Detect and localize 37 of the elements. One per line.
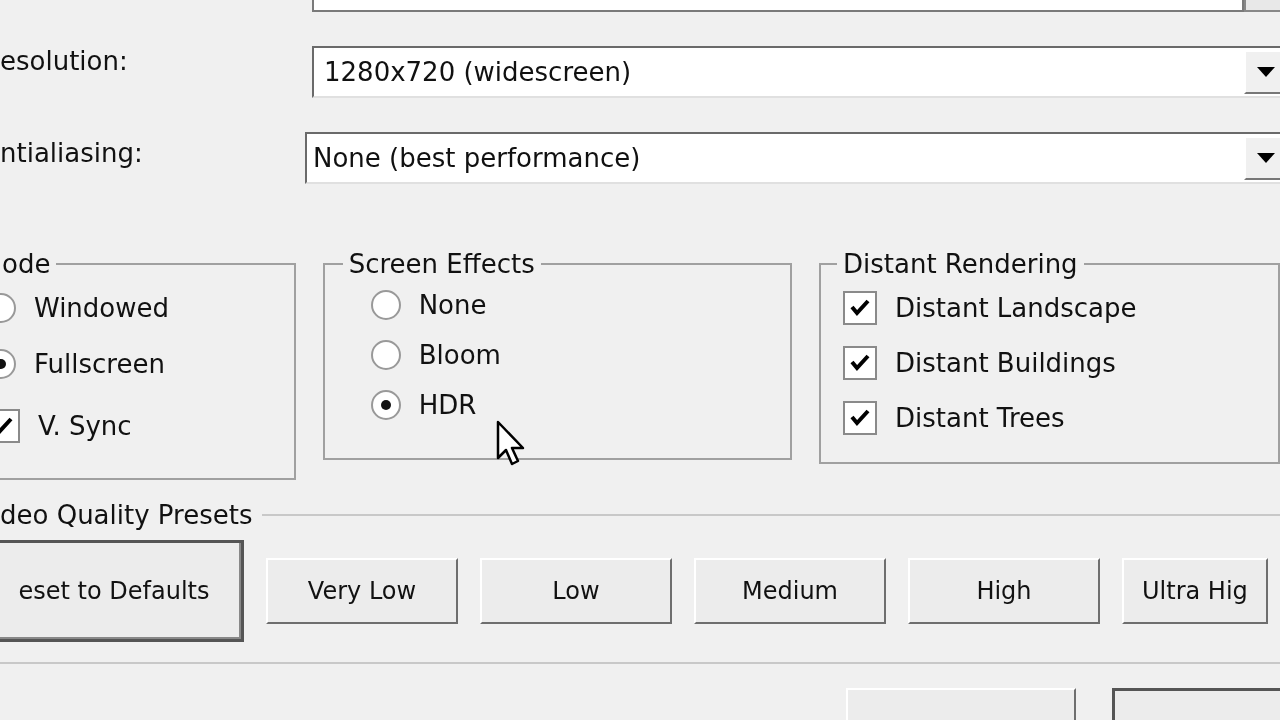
group-title: Screen Effects <box>347 248 536 280</box>
checkbox[interactable] <box>843 400 877 435</box>
option-label[interactable]: V. Sync <box>38 411 132 441</box>
preset-button[interactable]: eset to Defaults <box>0 540 244 642</box>
checkbox[interactable] <box>843 345 877 380</box>
option-label[interactable]: Distant Trees <box>895 402 1065 433</box>
group-title: Distant Rendering <box>842 248 1079 280</box>
option-label[interactable]: Distant Buildings <box>895 347 1116 378</box>
caret-icon <box>1257 67 1275 77</box>
radio-button[interactable] <box>370 390 401 420</box>
mouse-pointer-icon <box>496 420 526 466</box>
option-label[interactable]: Windowed <box>34 293 169 323</box>
preset-button[interactable]: Ultra Hig <box>1122 558 1268 624</box>
checkmark-icon <box>849 352 871 373</box>
dropdown-arrow-button[interactable] <box>1244 0 1280 12</box>
checkmark-icon <box>849 297 871 318</box>
option-label[interactable]: None <box>418 290 487 320</box>
preset-button[interactable]: Low <box>480 558 672 624</box>
setting-label: ntialiasing: <box>0 138 144 168</box>
option-label[interactable]: Distant Landscape <box>895 292 1137 323</box>
radio-button[interactable] <box>370 340 401 370</box>
setting-label: esolution: <box>0 46 129 76</box>
preset-button[interactable]: Very Low <box>266 558 458 624</box>
radio-button[interactable] <box>370 290 401 320</box>
preset-button[interactable]: Medium <box>694 558 886 624</box>
preset-button[interactable]: High <box>908 558 1100 624</box>
checkbox[interactable] <box>843 290 877 325</box>
option-label[interactable]: Fullscreen <box>34 349 165 379</box>
caret-icon <box>1257 153 1275 163</box>
group-title: deo Quality Presets <box>0 500 253 530</box>
option-label[interactable]: HDR <box>418 390 477 420</box>
dropdown-field[interactable] <box>312 0 1244 12</box>
checkmark-icon <box>849 407 871 428</box>
dropdown-field[interactable]: None (best performance) <box>305 132 1280 184</box>
group-title: ode <box>1 248 52 280</box>
option-label[interactable]: Bloom <box>418 340 501 370</box>
dropdown-field[interactable]: 1280x720 (widescreen) <box>312 46 1280 98</box>
